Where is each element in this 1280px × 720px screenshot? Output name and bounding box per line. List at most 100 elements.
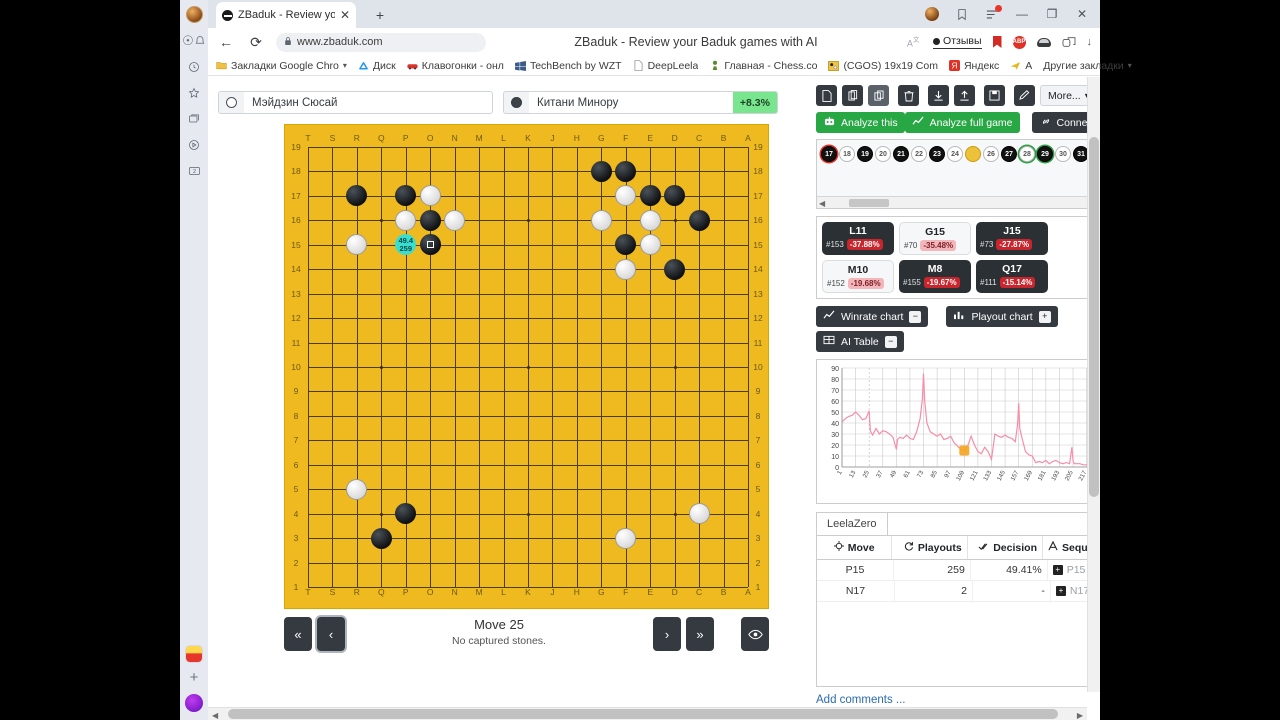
chevron-down-icon[interactable]: ▾ xyxy=(1128,61,1132,70)
move-strip-scroll-thumb[interactable] xyxy=(849,199,889,207)
prev-move-button[interactable]: ‹ xyxy=(317,617,345,651)
winrate-chart-toggle[interactable]: − xyxy=(909,310,922,323)
go-stone-b[interactable] xyxy=(395,503,417,525)
move-strip-item[interactable]: 20 xyxy=(875,146,891,162)
sidebar-avatar[interactable] xyxy=(185,6,203,23)
go-stone-w[interactable] xyxy=(688,503,710,525)
player-black[interactable]: Китани Минору +8.3% xyxy=(503,91,778,114)
expand-sequence-icon[interactable]: + xyxy=(1055,586,1066,596)
first-move-button[interactable]: « xyxy=(284,617,312,651)
ai-table-row[interactable]: P1525949.41%+P15 P1... xyxy=(817,560,1100,581)
move-strip-item[interactable]: 30 xyxy=(1055,146,1071,162)
mistake-move-card[interactable]: L11 #153 -37.88% xyxy=(822,222,894,255)
browser-tab[interactable]: ZBaduk - Review your B ✕ xyxy=(216,2,356,28)
go-stone-w[interactable] xyxy=(590,209,612,231)
go-stone-w[interactable] xyxy=(615,527,637,549)
save-icon[interactable] xyxy=(984,85,1005,106)
adblock-icon[interactable]: ABP xyxy=(1012,35,1026,49)
move-strip-item[interactable]: 29 xyxy=(1037,146,1053,162)
bookmark-item[interactable]: Закладки Google Chro ▾ xyxy=(216,60,347,72)
page-hscroll-thumb[interactable] xyxy=(228,709,1058,719)
bookmark-item[interactable]: Диск xyxy=(358,60,396,72)
chevron-down-icon[interactable]: ▾ xyxy=(343,61,347,70)
go-stone-w[interactable] xyxy=(444,209,466,231)
header-decision[interactable]: Decision xyxy=(968,536,1043,559)
go-stone-w[interactable] xyxy=(639,234,661,256)
go-stone-w[interactable] xyxy=(419,185,441,207)
go-stone-w[interactable] xyxy=(395,209,417,231)
move-strip-item[interactable]: 26 xyxy=(983,146,999,162)
mistake-move-card[interactable]: Q17 #111 -15.14% xyxy=(976,260,1048,293)
close-tab-icon[interactable]: ✕ xyxy=(340,9,350,21)
bookmark-item[interactable]: Главная - Chess.co xyxy=(709,60,817,72)
ai-suggestion-marker[interactable]: 49.4 259 xyxy=(395,234,417,256)
bookmark-item[interactable]: Клавогонки - онл xyxy=(407,60,504,72)
move-strip-item[interactable]: 23 xyxy=(929,146,945,162)
analyze-this-button[interactable]: Analyze this xyxy=(816,112,905,133)
workspaces-icon[interactable]: 2 xyxy=(182,158,206,184)
mistake-move-card[interactable]: M8 #155 -19.67% xyxy=(899,260,971,293)
profile-avatar[interactable] xyxy=(924,6,940,22)
pocket-icon[interactable] xyxy=(954,6,970,22)
new-file-icon[interactable] xyxy=(816,85,837,106)
maximize-button[interactable]: ❐ xyxy=(1044,6,1060,22)
header-playouts[interactable]: Playouts xyxy=(892,536,968,559)
go-stone-b[interactable] xyxy=(419,209,441,231)
go-stone-b[interactable] xyxy=(346,185,368,207)
ai-table-toggle[interactable]: − xyxy=(884,335,897,348)
go-board[interactable]: T T S S R R Q Q P P O O N N M M L L K K J J H H G G F F E E D D C C B B A A 19… xyxy=(284,124,769,609)
move-strip-item[interactable]: 22 xyxy=(911,146,927,162)
go-stone-w[interactable] xyxy=(346,478,368,500)
scroll-left-icon[interactable]: ◀ xyxy=(212,711,218,720)
move-strip-hscrollbar[interactable]: ◀ ▶ xyxy=(817,196,1100,208)
vpn-car-icon[interactable] xyxy=(1036,37,1051,47)
move-strip-item[interactable] xyxy=(965,146,981,162)
go-stone-b[interactable] xyxy=(615,234,637,256)
winrate-chart[interactable]: 0 10 20 30 40 50 60 70 80 90 1 13 25 37 49 61 73 85 97 109 1… xyxy=(816,359,1100,504)
go-stone-b[interactable] xyxy=(590,160,612,182)
player-white[interactable]: Мэйдзин Сюсай xyxy=(218,91,493,114)
next-move-button[interactable]: › xyxy=(653,617,681,651)
go-stone-w[interactable] xyxy=(639,209,661,231)
go-stone-b[interactable] xyxy=(639,185,661,207)
tab-islands-icon[interactable] xyxy=(1062,36,1076,48)
upload-icon[interactable] xyxy=(954,85,975,106)
move-strip-item[interactable]: 18 xyxy=(839,146,855,162)
tab-leelazero[interactable]: LeelaZero xyxy=(817,513,888,535)
bookmarks-star-icon[interactable] xyxy=(182,80,206,106)
bookmark-item[interactable]: Я Яндекс xyxy=(948,60,999,72)
playout-chart-toggle[interactable]: + xyxy=(1038,310,1051,323)
mistake-move-card[interactable]: G15 #70 -35.48% xyxy=(899,222,971,255)
scroll-left-icon[interactable]: ◀ xyxy=(819,199,825,208)
page-vertical-scrollbar[interactable] xyxy=(1087,77,1100,692)
history-icon[interactable] xyxy=(182,54,206,80)
bookmark-item[interactable]: DeepLeela xyxy=(633,60,698,72)
toggle-visibility-button[interactable] xyxy=(741,617,769,651)
back-button[interactable]: ← xyxy=(216,32,236,52)
opera-logo-icon[interactable] xyxy=(185,694,203,712)
go-stone-w[interactable] xyxy=(615,258,637,280)
go-stone-w[interactable] xyxy=(615,185,637,207)
ai-table-button[interactable]: AI Table − xyxy=(816,331,904,352)
page-vscroll-thumb[interactable] xyxy=(1089,137,1099,497)
go-stone-b[interactable] xyxy=(664,185,686,207)
bell-icon[interactable]: ☉ xyxy=(182,28,206,54)
downloads-icon[interactable]: ↓ xyxy=(1087,36,1093,48)
go-stone-w[interactable] xyxy=(346,234,368,256)
move-strip[interactable]: 1718192021222324262728293031323334 ▲ ▼ ◀… xyxy=(816,139,1100,209)
add-comments-link[interactable]: Add comments ... xyxy=(816,694,1100,705)
download-icon[interactable] xyxy=(928,85,949,106)
bookmark-item[interactable]: A xyxy=(1010,60,1032,72)
bookmark-item[interactable]: (CGOS) 19x19 Com xyxy=(828,60,938,72)
bookmark-item[interactable]: TechBench by WZT xyxy=(514,60,622,72)
trash-icon[interactable] xyxy=(898,85,919,106)
winrate-chart-button[interactable]: Winrate chart − xyxy=(816,306,929,327)
move-strip-item[interactable]: 27 xyxy=(1001,146,1017,162)
extension-icon[interactable] xyxy=(185,645,203,663)
go-stone-b[interactable] xyxy=(370,527,392,549)
new-tab-button[interactable]: + xyxy=(368,4,392,26)
address-bar[interactable]: www.zbaduk.com xyxy=(276,32,486,52)
reviews-button[interactable]: Отзывы xyxy=(933,35,982,49)
move-strip-item[interactable]: 28 xyxy=(1019,146,1035,162)
minimize-button[interactable]: — xyxy=(1014,6,1030,22)
